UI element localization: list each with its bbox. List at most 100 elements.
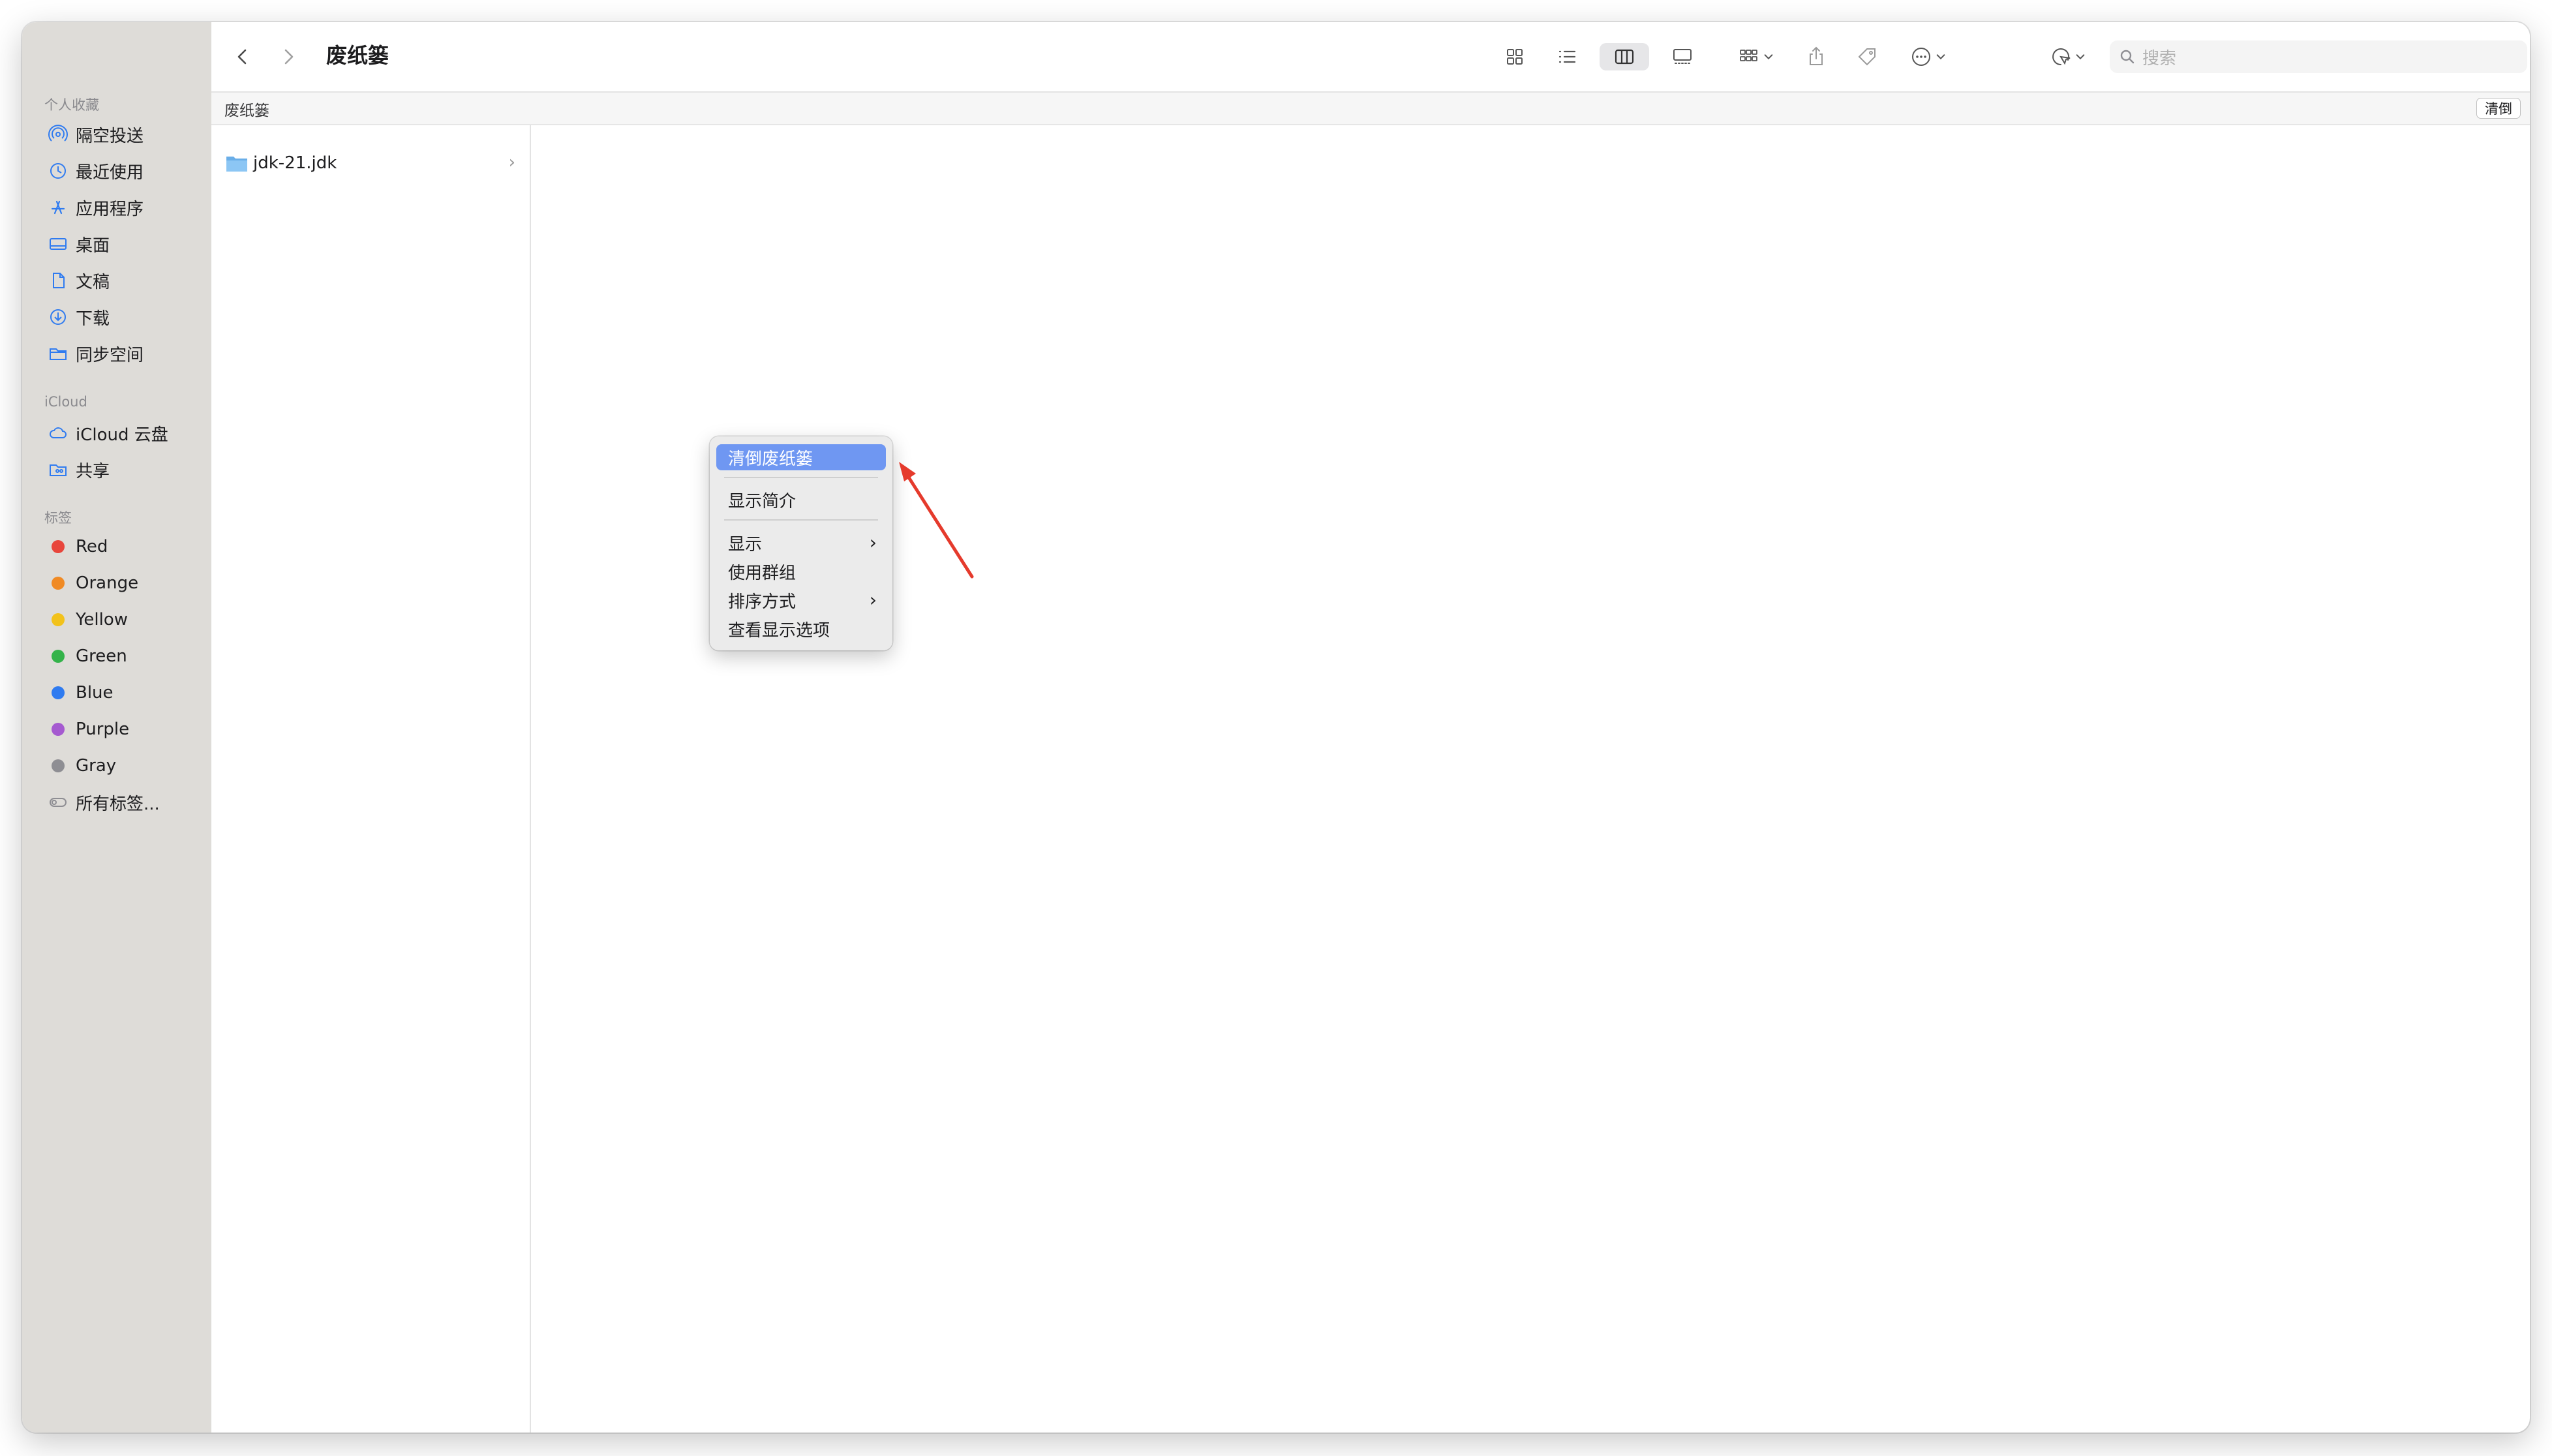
sidebar-item-label: 最近使用	[76, 162, 144, 183]
sidebar-item-recents[interactable]: 最近使用	[47, 156, 204, 186]
menu-item-label: 显示	[728, 534, 763, 554]
menu-item-sort-by[interactable]: 排序方式 ›	[716, 587, 886, 613]
toolbar: 废纸篓 搜索	[211, 22, 2530, 93]
tag-button[interactable]	[1851, 43, 1883, 70]
breadcrumb[interactable]: 废纸篓	[224, 98, 269, 120]
sidebar-item-desktop[interactable]: 桌面	[47, 229, 204, 259]
group-icon	[1740, 50, 1757, 61]
sidebar-item-airdrop[interactable]: 隔空投送	[47, 119, 204, 149]
forward-button[interactable]	[275, 43, 301, 70]
finder-window: 个人收藏 隔空投送 最近使用 应用程序 桌面 文稿 下载 同步空间 iCloud…	[22, 22, 2530, 1433]
sidebar-item-sync-space[interactable]: 同步空间	[47, 339, 204, 369]
file-row[interactable]: jdk-21.jdk ›	[226, 149, 515, 177]
group-menu-button[interactable]	[1731, 43, 1782, 70]
sidebar-item-label: 所有标签...	[76, 794, 160, 814]
sidebar-item-label: Orange	[76, 573, 139, 593]
document-icon	[47, 269, 69, 292]
sidebar-tag-yellow[interactable]: Yellow	[47, 605, 204, 635]
tag-dot-icon	[47, 682, 69, 704]
sidebar-item-label: Gray	[76, 756, 117, 776]
gallery-view-icon	[1673, 49, 1692, 64]
list-view-icon	[1558, 50, 1576, 63]
menu-item-show[interactable]: 显示 ›	[716, 530, 886, 556]
share-button[interactable]	[1800, 43, 1832, 70]
sidebar-item-label: 同步空间	[76, 345, 144, 365]
tag-icon	[1858, 48, 1876, 66]
tag-dot-icon	[47, 536, 69, 558]
sidebar-tag-orange[interactable]: Orange	[47, 568, 204, 598]
search-field[interactable]: 搜索	[2110, 40, 2527, 73]
tag-dot-icon	[47, 645, 69, 667]
list-view-button[interactable]	[1550, 43, 1584, 70]
sidebar-item-shared[interactable]: 共享	[47, 455, 204, 485]
column-view-button[interactable]	[1600, 43, 1649, 70]
tag-dot-icon	[47, 572, 69, 594]
chevron-down-icon	[2076, 54, 2085, 60]
airdrop-share-button[interactable]	[2043, 43, 2094, 70]
clock-icon	[47, 160, 69, 182]
search-icon	[2120, 50, 2134, 64]
submenu-chevron-icon: ›	[869, 589, 877, 611]
menu-item-empty-trash[interactable]: 清倒废纸篓	[716, 444, 886, 470]
tag-dot-icon	[47, 609, 69, 631]
sidebar-tag-blue[interactable]: Blue	[47, 678, 204, 708]
airdrop-icon	[47, 123, 69, 145]
sidebar-item-icloud-drive[interactable]: iCloud 云盘	[47, 418, 204, 448]
file-column: jdk-21.jdk ›	[211, 125, 531, 1433]
sidebar-section-icloud: iCloud	[44, 394, 87, 410]
menu-separator	[724, 519, 878, 521]
sidebar-item-label: Green	[76, 646, 127, 666]
menu-separator	[724, 477, 878, 478]
sidebar-tag-red[interactable]: Red	[47, 532, 204, 562]
chevron-down-icon	[1936, 54, 1945, 60]
path-bar: 废纸篓 清倒	[211, 93, 2530, 125]
menu-item-get-info[interactable]: 显示简介	[716, 487, 886, 513]
icon-view-icon	[1507, 49, 1523, 65]
sidebar-item-label: Purple	[76, 720, 130, 739]
window-title: 废纸篓	[326, 43, 389, 68]
sidebar-item-label: Yellow	[76, 610, 129, 629]
airdrop-share-icon	[2052, 48, 2071, 65]
menu-item-use-groups[interactable]: 使用群组	[716, 558, 886, 584]
sidebar-item-applications[interactable]: 应用程序	[47, 192, 204, 222]
sidebar-item-downloads[interactable]: 下载	[47, 302, 204, 332]
sidebar: 个人收藏 隔空投送 最近使用 应用程序 桌面 文稿 下载 同步空间 iCloud…	[22, 22, 211, 1433]
icon-view-button[interactable]	[1498, 43, 1532, 70]
empty-trash-button[interactable]: 清倒	[2476, 98, 2521, 119]
content-area[interactable]	[530, 125, 2530, 1433]
sidebar-tag-gray[interactable]: Gray	[47, 751, 204, 781]
cloud-icon	[47, 422, 69, 444]
download-icon	[47, 306, 69, 328]
back-button[interactable]	[230, 43, 256, 70]
menu-item-view-options[interactable]: 查看显示选项	[716, 616, 886, 642]
sidebar-item-label: 文稿	[76, 272, 110, 292]
applications-icon	[47, 196, 69, 219]
forward-icon	[284, 49, 294, 65]
more-actions-button[interactable]	[1904, 43, 1954, 70]
sidebar-item-label: 桌面	[76, 235, 110, 256]
sidebar-item-documents[interactable]: 文稿	[47, 265, 204, 296]
sidebar-tag-purple[interactable]: Purple	[47, 714, 204, 744]
chevron-down-icon	[1764, 54, 1773, 60]
sidebar-item-label: 应用程序	[76, 199, 144, 219]
tag-dot-icon	[47, 718, 69, 740]
sidebar-item-label: Blue	[76, 683, 114, 703]
desktop-icon	[47, 233, 69, 255]
sidebar-item-label: 共享	[76, 461, 110, 481]
sidebar-item-all-tags[interactable]: 所有标签...	[47, 787, 204, 817]
context-menu: 清倒废纸篓 显示简介 显示 › 使用群组 排序方式 › 查看显示选项	[710, 436, 892, 650]
sidebar-tag-green[interactable]: Green	[47, 641, 204, 671]
sidebar-item-label: iCloud 云盘	[76, 425, 168, 445]
gallery-view-button[interactable]	[1663, 43, 1701, 70]
sidebar-section-tags: 标签	[44, 510, 72, 526]
back-icon	[237, 49, 247, 65]
sidebar-item-label: Red	[76, 537, 108, 556]
menu-item-label: 排序方式	[728, 592, 797, 612]
more-icon	[1912, 48, 1930, 66]
file-name: jdk-21.jdk	[253, 153, 337, 173]
sidebar-section-favorites: 个人收藏	[44, 97, 99, 113]
tag-dot-icon	[47, 755, 69, 777]
submenu-chevron-icon: ›	[869, 532, 877, 553]
share-icon	[1810, 46, 1823, 65]
chevron-right-icon: ›	[508, 153, 515, 172]
